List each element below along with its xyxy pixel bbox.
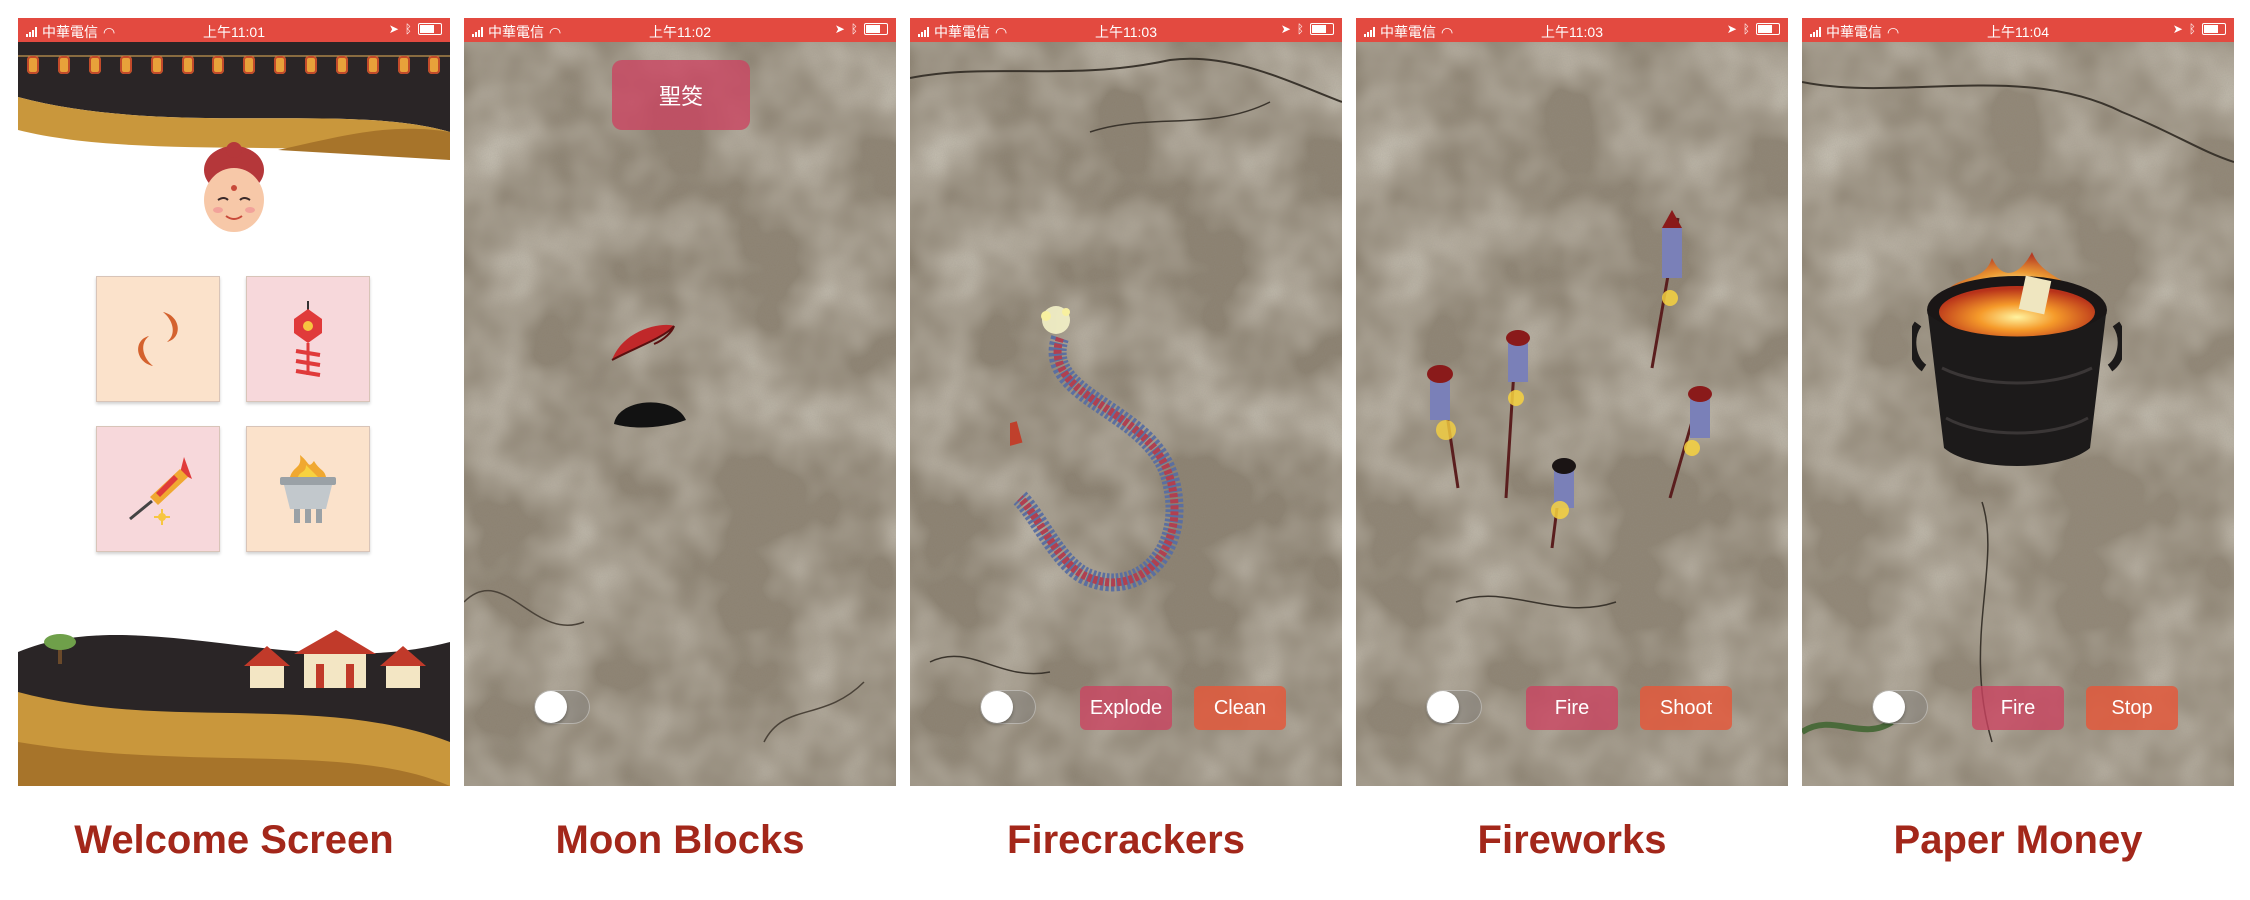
location-icon: ➤ xyxy=(388,22,399,36)
screen-label-firecrackers: Firecrackers xyxy=(1007,818,1245,862)
bluetooth-icon: ᛒ xyxy=(1742,22,1750,36)
bluetooth-icon: ᛒ xyxy=(1296,22,1304,36)
firework-rocket-icon xyxy=(129,457,192,525)
incense-burner-icon xyxy=(280,455,336,523)
clock: 上午11:04 xyxy=(1987,24,2049,40)
stop-button[interactable]: Stop xyxy=(2086,686,2178,730)
battery-icon xyxy=(1310,23,1334,35)
paper-money-screen: 中華電信 ◠ 上午11:04 ➤ ᛒ Fire Stop xyxy=(1802,18,2234,786)
screen-label-fireworks: Fireworks xyxy=(1477,818,1667,862)
status-bar: 中華電信 ◠ 上午11:02 ➤ ᛒ xyxy=(464,18,896,42)
clock: 上午11:01 xyxy=(203,24,265,40)
lantern-icon xyxy=(27,56,40,74)
welcome-screen: 中華電信 ◠ 上午11:01 ➤ ᛒ xyxy=(18,18,450,786)
moon-blocks-icon xyxy=(138,312,178,366)
firecracker-tile[interactable] xyxy=(246,276,370,402)
location-icon: ➤ xyxy=(2172,22,2183,36)
clock: 上午11:02 xyxy=(649,24,711,40)
lantern-icon xyxy=(428,56,441,74)
lantern-icon xyxy=(366,56,379,74)
fire-button[interactable]: Fire xyxy=(1526,686,1618,730)
location-icon: ➤ xyxy=(1726,22,1737,36)
toggle-knob xyxy=(535,691,567,723)
lantern-icon xyxy=(58,56,71,74)
lanterns xyxy=(18,52,450,78)
lantern-icon xyxy=(397,56,410,74)
bluetooth-icon: ᛒ xyxy=(404,22,412,36)
clock: 上午11:03 xyxy=(1095,24,1157,40)
ar-toggle[interactable] xyxy=(534,690,590,724)
bluetooth-icon: ᛒ xyxy=(850,22,858,36)
rocket xyxy=(1427,365,1460,489)
lantern-icon xyxy=(212,56,225,74)
shoot-button[interactable]: Shoot xyxy=(1640,686,1732,730)
battery-icon xyxy=(1756,23,1780,35)
clean-button[interactable]: Clean xyxy=(1194,686,1286,730)
burning-bucket-3d-model xyxy=(1912,252,2122,466)
lantern-icon xyxy=(119,56,132,74)
firework-rockets-3d-model xyxy=(1427,210,1712,549)
location-icon: ➤ xyxy=(1280,22,1291,36)
toggle-knob xyxy=(1427,691,1459,723)
lantern-icon xyxy=(89,56,102,74)
moon-block-3d-model xyxy=(611,324,686,428)
explode-button[interactable]: Explode xyxy=(1080,686,1172,730)
fireworks-tile[interactable] xyxy=(96,426,220,552)
ar-toggle[interactable] xyxy=(1426,690,1482,724)
screen-label-moon-blocks: Moon Blocks xyxy=(555,818,805,862)
status-bar: 中華電信 ◠ 上午11:01 ➤ ᛒ xyxy=(18,18,450,42)
rocket xyxy=(1550,458,1576,549)
battery-icon xyxy=(864,23,888,35)
location-icon: ➤ xyxy=(834,22,845,36)
battery-icon xyxy=(418,23,442,35)
ar-toggle[interactable] xyxy=(1872,690,1928,724)
paper-money-tile[interactable] xyxy=(246,426,370,552)
moon-blocks-tile[interactable] xyxy=(96,276,220,402)
rocket xyxy=(1668,386,1712,499)
toggle-knob xyxy=(981,691,1013,723)
fireworks-screen: 中華電信 ◠ 上午11:03 ➤ ᛒ Fire Shoot xyxy=(1356,18,1788,786)
lantern-icon xyxy=(181,56,194,74)
lantern-icon xyxy=(150,56,163,74)
clock: 上午11:03 xyxy=(1541,24,1603,40)
buddha-icon xyxy=(204,142,264,232)
lantern-icon xyxy=(243,56,256,74)
firecracker-icon xyxy=(294,301,322,377)
fire-button[interactable]: Fire xyxy=(1972,686,2064,730)
firecrackers-screen: 中華電信 ◠ 上午11:03 ➤ ᛒ Explode Clean xyxy=(910,18,1342,786)
toggle-knob xyxy=(1873,691,1905,723)
bluetooth-icon: ᛒ xyxy=(2188,22,2196,36)
screen-label-welcome: Welcome Screen xyxy=(74,818,394,862)
rocket xyxy=(1650,210,1682,369)
moon-block-result-button[interactable]: 聖筊 xyxy=(612,60,750,130)
moon-blocks-screen: 中華電信 ◠ 上午11:02 ➤ ᛒ 聖筊 xyxy=(464,18,896,786)
rocket xyxy=(1504,330,1530,499)
battery-icon xyxy=(2202,23,2226,35)
status-bar: 中華電信 ◠ 上午11:03 ➤ ᛒ xyxy=(910,18,1342,42)
status-bar: 中華電信 ◠ 上午11:04 ➤ ᛒ xyxy=(1802,18,2234,42)
lantern-icon xyxy=(335,56,348,74)
lantern-icon xyxy=(274,56,287,74)
lantern-icon xyxy=(305,56,318,74)
status-bar: 中華電信 ◠ 上午11:03 ➤ ᛒ xyxy=(1356,18,1788,42)
ar-toggle[interactable] xyxy=(980,690,1036,724)
screen-label-paper-money: Paper Money xyxy=(1893,818,2143,862)
firecracker-string-3d-model xyxy=(1010,306,1184,592)
